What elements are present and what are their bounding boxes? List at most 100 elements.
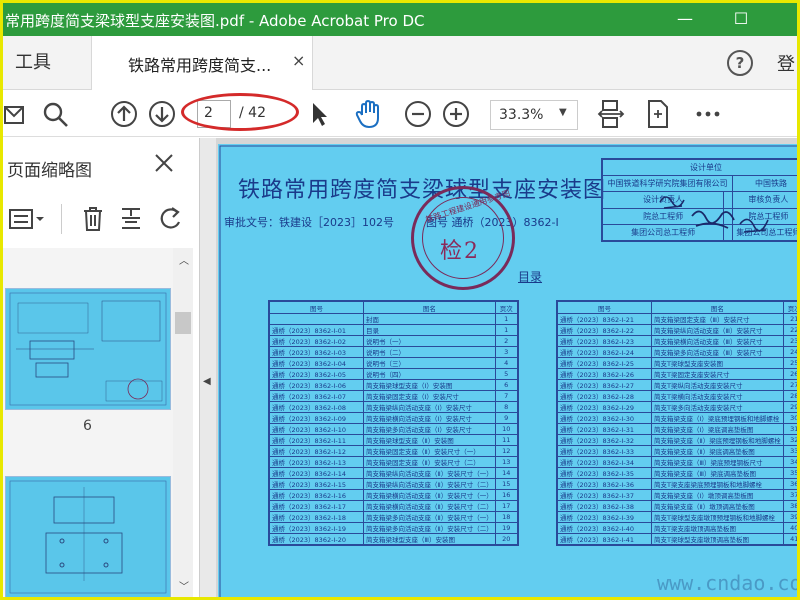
toc-drawing-name: 简支T梁球型支座安装图 [651,357,784,369]
toc-row: 通桥（2023）8362-Ⅰ-27简支T梁纵向活动支座安装尺寸27 [557,379,797,391]
toc-page: 32 [782,434,797,446]
toc-drawing-name: 简支T梁多向活动支座安装尺寸 [651,401,784,413]
page-thumbnails-panel: 页面缩略图 6 ︿ ﹀ [3,138,200,597]
previous-page-icon[interactable] [109,99,139,129]
toc-page: 23 [782,335,797,347]
zoom-out-icon[interactable] [403,99,433,129]
fit-width-icon[interactable] [597,99,625,129]
toc-page: 7 [494,390,518,402]
toc-row: 封面 1 [269,313,518,325]
toc-row: 通桥（2023）8362-Ⅰ-38简支箱梁支座（Ⅱ）墩顶调高垫板图38 [557,500,797,512]
toc-row: 通桥（2023）8362-Ⅰ-35简支箱梁支座（Ⅲ）梁底调高垫板图35 [557,467,797,479]
delete-icon[interactable] [81,206,105,232]
close-panel-icon[interactable] [153,152,175,174]
toc-header: 图号 [557,301,652,314]
toc-row: 通桥（2023）8362-Ⅰ-03 说明书（二） 3 [269,346,518,358]
toc-drawing-name: 简支箱梁支座（Ⅰ）梁底预埋钢板和地脚螺栓 [651,412,784,424]
toc-page: 3 [494,346,518,358]
tab-document-label: 铁路常用跨度简支... [128,56,272,75]
hand-tool-icon[interactable] [353,99,383,129]
toc-row: 通桥（2023）8362-Ⅰ-01 目录 1 [269,324,518,336]
toc-row: 通桥（2023）8362-Ⅰ-18 简支箱梁多向活动支座（Ⅱ）安装尺寸（一） 18 [269,511,518,523]
toc-page: 25 [782,357,797,369]
toc-drawing-number: 通桥（2023）8362-Ⅰ-03 [269,346,364,358]
toc-title: 目录 [518,270,543,284]
scrollbar-thumb[interactable] [175,312,191,334]
toc-row: 通桥（2023）8362-Ⅰ-30简支箱梁支座（Ⅰ）梁底预埋钢板和地脚螺栓30 [557,412,797,424]
more-options-icon[interactable] [695,99,721,129]
close-tab-icon[interactable]: × [292,51,305,70]
chevron-down-icon[interactable]: ﹀ [179,578,189,593]
toc-page: 24 [782,346,797,358]
toc-drawing-name: 封面 [363,313,496,325]
tab-tools[interactable]: 工具 [3,36,91,90]
drawing-title: 铁路常用跨度简支梁球型支座安装图 [238,178,607,203]
maximize-button[interactable]: ☐ [729,7,753,31]
full-screen-icon[interactable] [645,99,671,129]
rotate-icon[interactable] [157,206,183,232]
toc-drawing-number: 通桥（2023）8362-Ⅰ-18 [269,511,364,523]
toc-drawing-name: 简支箱梁固定支座（Ⅲ）安装尺寸 [651,313,784,325]
toc-page: 33 [782,445,797,457]
toc-row: 通桥（2023）8362-Ⅰ-26简支T梁固定支座安装尺寸26 [557,368,797,380]
toc-row: 通桥（2023）8362-Ⅰ-05 说明书（四） 5 [269,368,518,380]
toc-table-right: 图号 图名 页次 通桥（2023）8362-Ⅰ-21简支箱梁固定支座（Ⅲ）安装尺… [556,300,797,546]
toc-drawing-name: 简支箱梁多向活动支座（Ⅲ）安装尺寸 [651,346,784,358]
toc-drawing-name: 简支箱梁纵向活动支座（Ⅲ）安装尺寸 [651,324,784,336]
toc-drawing-number: 通桥（2023）8362-Ⅰ-24 [557,346,652,358]
extract-pages-icon[interactable] [119,206,143,232]
mail-icon[interactable] [3,99,25,129]
help-icon[interactable]: ? [727,50,753,76]
minimize-button[interactable]: — [673,7,697,31]
toc-row: 通桥（2023）8362-Ⅰ-15 简支箱梁纵向活动支座（Ⅱ）安装尺寸（二） 15 [269,478,518,490]
select-pointer-icon[interactable] [307,99,331,129]
thumbnail-scrollbar[interactable]: ︿ ﹀ [173,248,193,597]
pdf-page: 铁路常用跨度简支梁球型支座安装图 审批文号：铁建设［2023］102号 图号 通… [218,144,797,597]
toc-page: 41 [782,533,797,545]
chevron-up-icon[interactable]: ︿ [179,252,189,267]
toc-row: 通桥（2023）8362-Ⅰ-39简支T梁球型支座墩顶预埋钢板和地脚螺栓39 [557,511,797,523]
sign-in-button[interactable]: 登 [777,50,795,76]
zoom-select[interactable]: 33.3% ▼ [490,100,578,130]
toc-drawing-name: 简支箱梁支座（Ⅰ）梁底调高垫板图 [651,423,784,435]
toc-page: 1 [494,324,518,336]
toc-row: 通桥（2023）8362-Ⅰ-25简支T梁球型支座安装图25 [557,357,797,369]
toc-page: 10 [494,423,518,435]
toc-drawing-name: 简支箱梁支座（Ⅱ）梁底预埋钢板和地脚螺栓 [651,434,784,446]
toc-drawing-name: 简支箱梁横向活动支座（Ⅰ）安装尺寸 [363,412,496,424]
panel-collapse-handle[interactable]: ◀ [200,138,216,597]
toc-drawing-name: 简支箱梁支座（Ⅲ）梁底预埋钢板尺寸 [651,456,784,468]
toc-drawing-name: 说明书（三） [363,357,496,369]
toc-header: 页次 [782,301,797,314]
toc-drawing-number: 通桥（2023）8362-Ⅰ-06 [269,379,364,391]
page-thumbnail[interactable] [5,288,171,410]
toc-drawing-number: 通桥（2023）8362-Ⅰ-41 [557,533,652,545]
toc-drawing-number: 通桥（2023）8362-Ⅰ-34 [557,456,652,468]
title-block-cell: 设计单位 [602,158,797,177]
toc-row: 通桥（2023）8362-Ⅰ-31简支箱梁支座（Ⅰ）梁底调高垫板图31 [557,423,797,435]
page-thumbnail[interactable] [5,476,171,597]
tab-document[interactable]: 铁路常用跨度简支... × [91,36,313,90]
toc-header: 页次 [494,301,518,314]
zoom-in-icon[interactable] [441,99,471,129]
toc-drawing-number: 通桥（2023）8362-Ⅰ-39 [557,511,652,523]
toc-drawing-number: 通桥（2023）8362-Ⅰ-04 [269,357,364,369]
toc-page: 17 [494,500,518,512]
toc-page: 19 [494,522,518,534]
toc-row: 通桥（2023）8362-Ⅰ-14 简支箱梁纵向活动支座（Ⅱ）安装尺寸（一） 14 [269,467,518,479]
toc-drawing-number: 通桥（2023）8362-Ⅰ-05 [269,368,364,380]
toc-drawing-number: 通桥（2023）8362-Ⅰ-17 [269,500,364,512]
toc-drawing-number: 通桥（2023）8362-Ⅰ-27 [557,379,652,391]
toc-drawing-name: 简支T梁球型支座墩顶预埋钢板和地脚螺栓 [651,511,784,523]
toc-drawing-name: 简支箱梁横向活动支座（Ⅱ）安装尺寸（一） [363,489,496,501]
toc-page: 18 [494,511,518,523]
search-icon[interactable] [41,99,71,129]
options-menu-icon[interactable] [9,208,47,232]
toc-drawing-name: 简支箱梁多向活动支座（Ⅱ）安装尺寸（一） [363,511,496,523]
toc-row: 通桥（2023）8362-Ⅰ-40简支T梁支座墩顶调高垫板图40 [557,522,797,534]
toc-page: 38 [782,500,797,512]
document-view[interactable]: 铁路常用跨度简支梁球型支座安装图 审批文号：铁建设［2023］102号 图号 通… [216,138,797,597]
toc-drawing-name: 简支箱梁支座（Ⅲ）梁底调高垫板图 [651,467,784,479]
next-page-icon[interactable] [147,99,177,129]
toc-drawing-number: 通桥（2023）8362-Ⅰ-23 [557,335,652,347]
